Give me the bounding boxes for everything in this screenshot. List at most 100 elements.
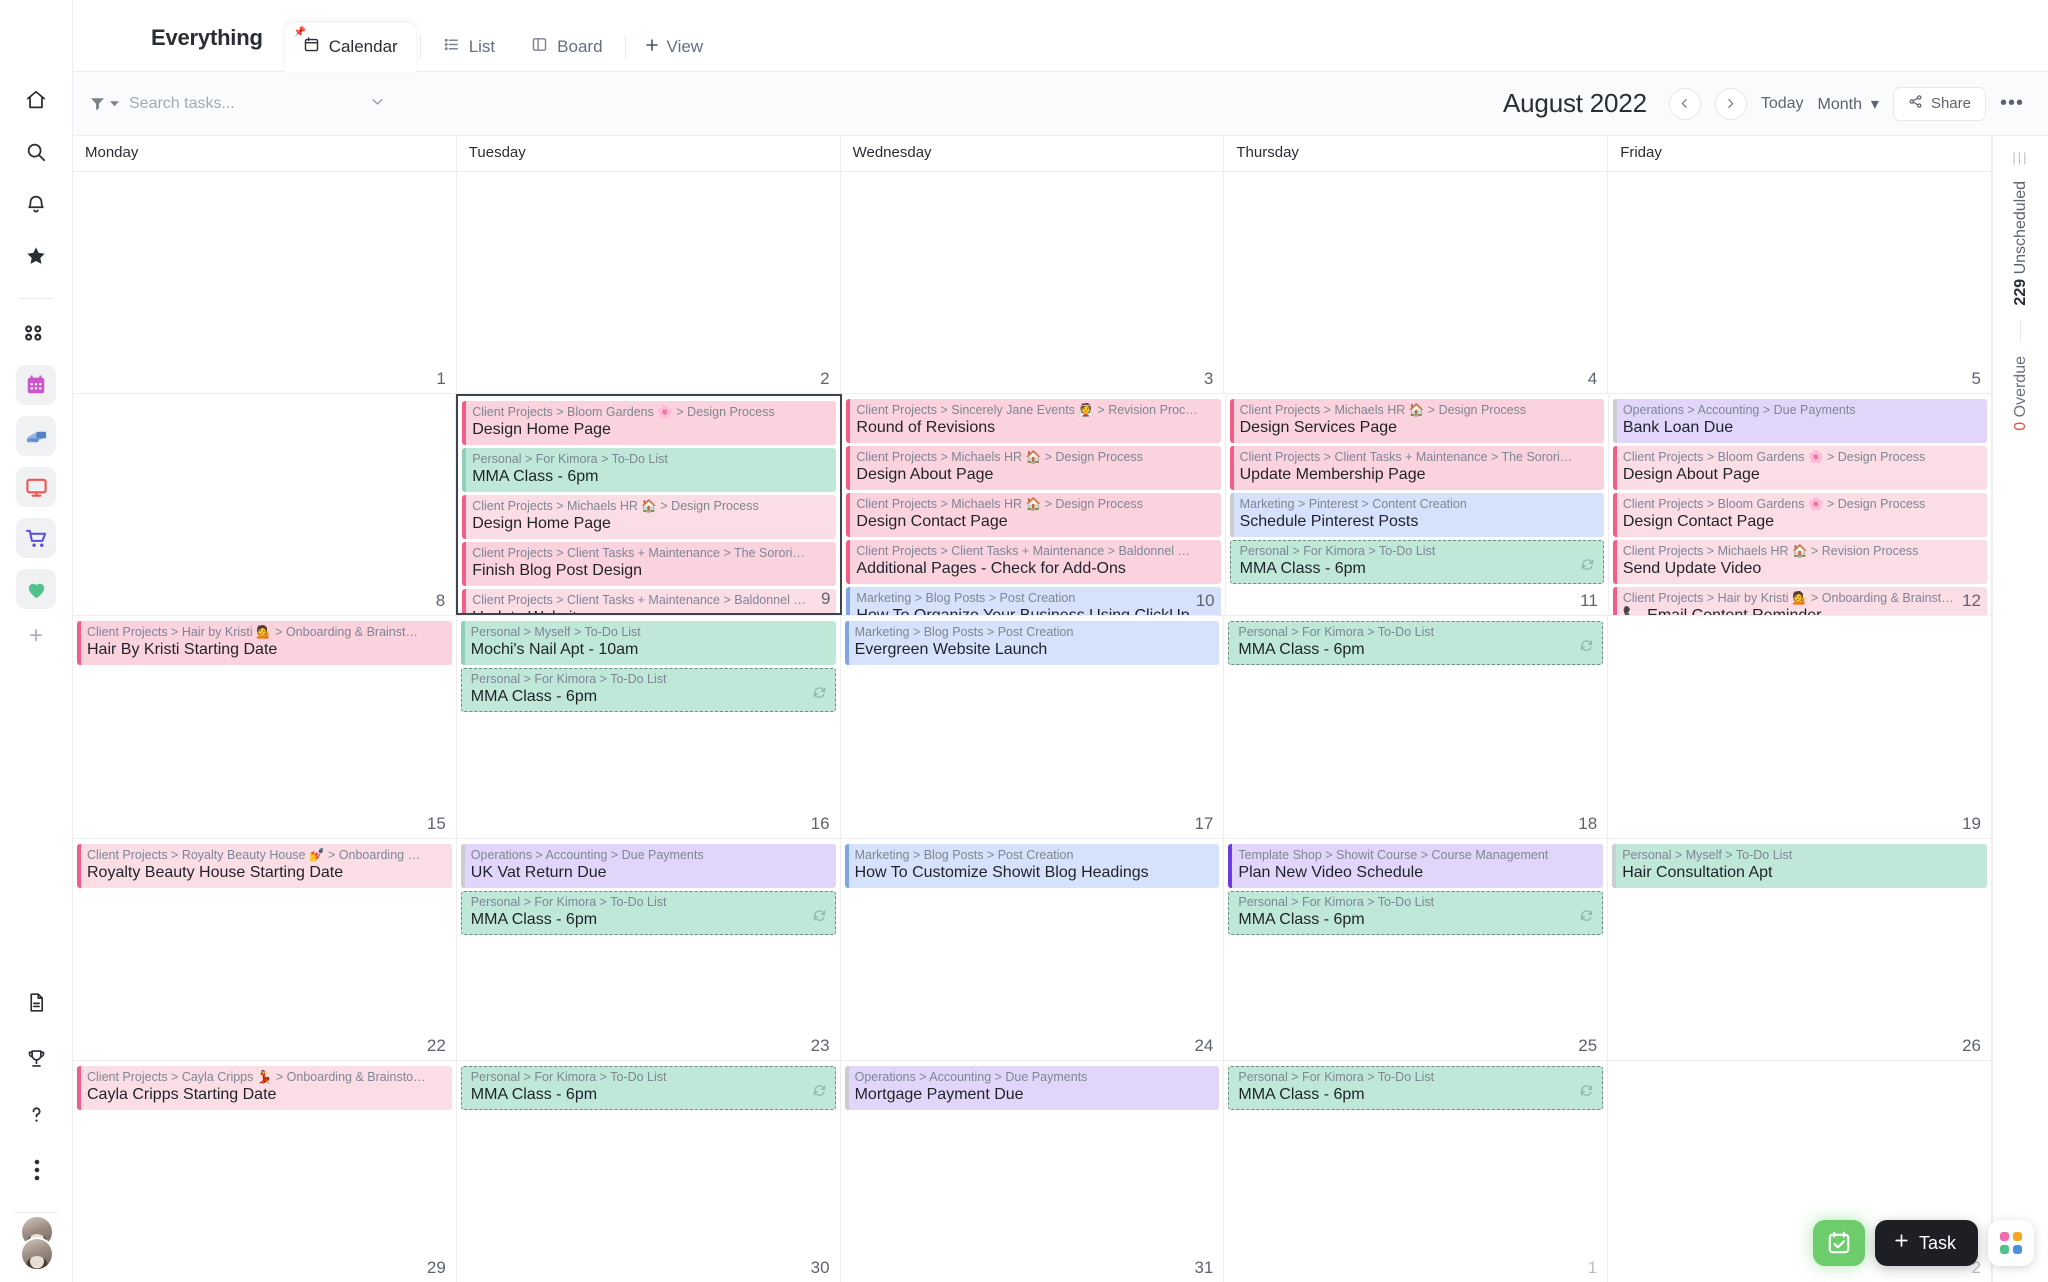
task-card[interactable]: Client Projects > Bloom Gardens 🌸 > Desi… xyxy=(1612,493,1988,538)
search-input[interactable] xyxy=(129,94,359,113)
tab-board[interactable]: Board xyxy=(513,23,620,71)
previous-month-button[interactable] xyxy=(1668,87,1701,120)
task-card[interactable]: Personal > For Kimora > To-Do List MMA Cl… xyxy=(1229,540,1604,585)
calendar-day-cell[interactable]: Marketing > Blog Posts > Post Creation Ho… xyxy=(841,838,1225,1060)
calendar-day-cell[interactable]: Client Projects > Sincerely Jane Events … xyxy=(842,394,1226,616)
today-button[interactable]: Today xyxy=(1761,95,1804,113)
shop-space-icon[interactable] xyxy=(16,518,56,558)
share-button[interactable]: Share xyxy=(1892,86,1986,121)
task-card[interactable]: Personal > For Kimora > To-Do List MMA Cl… xyxy=(1228,621,1604,666)
calendar-day-cell[interactable]: Marketing > Blog Posts > Post Creation Ev… xyxy=(841,616,1225,838)
home-icon[interactable] xyxy=(16,80,56,120)
task-card[interactable]: Client Projects > Sincerely Jane Events … xyxy=(846,399,1221,444)
calendar-day-cell[interactable]: 1 xyxy=(73,172,457,394)
tab-list[interactable]: List xyxy=(425,23,513,71)
task-card[interactable]: Client Projects > Michaels HR 🏠 > Design… xyxy=(462,495,837,540)
panel-handle-icon[interactable]: ||| xyxy=(2012,150,2028,165)
task-card[interactable]: Operations > Accounting > Due Payments UK… xyxy=(460,843,836,888)
calendar-day-cell[interactable]: 19 xyxy=(1608,616,1992,838)
task-card[interactable]: Operations > Accounting > Due Payments Mo… xyxy=(844,1065,1220,1110)
task-card[interactable]: Personal > For Kimora > To-Do List MMA Cl… xyxy=(460,1065,836,1110)
task-card[interactable]: Personal > For Kimora > To-Do List MMA Cl… xyxy=(460,668,836,713)
task-card[interactable]: Client Projects > Client Tasks + Mainten… xyxy=(846,540,1221,585)
task-card[interactable]: Template Shop > Showit Course > Course M… xyxy=(1228,843,1604,888)
calendar-day-cell[interactable]: Personal > Myself > To-Do List Hair Consu… xyxy=(1608,838,1992,1060)
calendar-day-cell[interactable]: Operations > Accounting > Due Payments Mo… xyxy=(841,1060,1225,1282)
calendar-day-cell[interactable]: Personal > For Kimora > To-Do List MMA Cl… xyxy=(457,1060,841,1282)
calendar-day-cell[interactable]: 5 xyxy=(1608,172,1992,394)
task-card[interactable]: Client Projects > Michaels HR 🏠 > Design… xyxy=(846,493,1221,538)
task-color-bar xyxy=(1228,843,1233,888)
unscheduled-toggle[interactable]: 229 Unscheduled xyxy=(2012,181,2030,306)
chevron-down-icon[interactable] xyxy=(369,93,386,115)
range-selector[interactable]: Month ▾ xyxy=(1818,94,1879,114)
trophy-icon[interactable] xyxy=(17,1038,57,1078)
payments-space-icon[interactable] xyxy=(16,416,56,456)
task-card[interactable]: Operations > Accounting > Due Payments Ba… xyxy=(1612,399,1988,444)
task-card[interactable]: Client Projects > Michaels HR 🏠 > Design… xyxy=(846,446,1221,491)
monitor-space-icon[interactable] xyxy=(16,467,56,507)
calendar-day-cell[interactable]: Personal > For Kimora > To-Do List MMA Cl… xyxy=(1224,616,1609,838)
calendar-day-cell[interactable]: Operations > Accounting > Due Payments UK… xyxy=(457,838,841,1060)
task-color-bar xyxy=(846,493,851,538)
task-card[interactable]: Client Projects > Client Tasks + Mainten… xyxy=(462,542,837,587)
task-card[interactable]: Client Projects > Hair by Kristi 💁 > Onb… xyxy=(1612,587,1988,616)
overdue-label: Overdue xyxy=(2011,355,2029,417)
docs-icon[interactable] xyxy=(17,982,57,1022)
task-card[interactable]: Client Projects > Client Tasks + Mainten… xyxy=(1229,446,1604,491)
overdue-toggle[interactable]: 0 Overdue xyxy=(2012,356,2030,431)
calendar-day-cell[interactable]: Personal > Myself > To-Do List Mochi's Na… xyxy=(457,616,841,838)
task-card[interactable]: Client Projects > Michaels HR 🏠 > Design… xyxy=(1229,399,1604,444)
calendar-space-icon[interactable] xyxy=(16,365,56,405)
calendar-day-cell[interactable]: Client Projects > Cayla Cripps 💃 > Onboa… xyxy=(73,1060,457,1282)
task-card[interactable]: Marketing > Blog Posts > Post Creation Ev… xyxy=(844,621,1220,666)
notifications-bell-icon[interactable] xyxy=(16,184,56,224)
task-card[interactable]: Client Projects > Cayla Cripps 💃 > Onboa… xyxy=(77,1065,452,1110)
calendar-day-cell[interactable]: 8 xyxy=(73,394,457,616)
calendar-day-cell[interactable]: Operations > Accounting > Due Payments Ba… xyxy=(1609,394,1993,616)
task-card[interactable]: Personal > For Kimora > To-Do List MMA Cl… xyxy=(1228,1065,1604,1110)
filter-icon[interactable] xyxy=(89,95,119,112)
avatar[interactable] xyxy=(19,1237,54,1271)
task-card[interactable]: Marketing > Blog Posts > Post CreationHo… xyxy=(844,843,1220,888)
task-card[interactable]: Client Projects > Client Tasks + Mainten… xyxy=(462,589,837,614)
apps-grid-icon[interactable] xyxy=(16,313,56,353)
calendar-day-cell[interactable]: Client Projects > Royalty Beauty House 💅… xyxy=(73,838,457,1060)
task-card[interactable]: Client Projects > Bloom Gardens 🌸 > Desi… xyxy=(462,401,837,446)
apps-launcher-button[interactable] xyxy=(1988,1220,2034,1266)
calendar-wrapper: Monday Tuesday Wednesday Thursday Friday 123… xyxy=(73,136,2048,1282)
add-space-icon[interactable]: + xyxy=(29,624,43,648)
help-icon[interactable] xyxy=(17,1094,57,1134)
task-card[interactable]: Personal > Myself > To-Do List Hair Consu… xyxy=(1612,843,1987,888)
task-card[interactable]: Client Projects > Michaels HR 🏠 > Revisi… xyxy=(1612,540,1988,585)
task-card[interactable]: Marketing > Blog Posts > Post CreationHo… xyxy=(846,587,1221,616)
task-title: Evergreen Website Launch xyxy=(854,641,1048,659)
heart-space-icon[interactable] xyxy=(16,569,56,609)
more-options-button[interactable]: ••• xyxy=(2000,92,2024,115)
calendar-day-cell[interactable]: 3 xyxy=(841,172,1225,394)
task-title: MMA Class - 6pm xyxy=(470,910,598,928)
calendar-fab-button[interactable] xyxy=(1812,1220,1865,1266)
task-card[interactable]: Personal > For Kimora > To-Do List MMA Cl… xyxy=(460,890,836,935)
new-task-button[interactable]: Task xyxy=(1874,1220,1978,1266)
task-card[interactable]: Client Projects > Royalty Beauty House 💅… xyxy=(77,843,452,888)
task-card[interactable]: Client Projects > Hair by Kristi 💁 > Onb… xyxy=(77,621,452,666)
calendar-day-cell[interactable]: Client Projects > Michaels HR 🏠 > Design… xyxy=(1226,394,1609,616)
search-icon[interactable] xyxy=(16,132,56,172)
calendar-day-cell[interactable]: Template Shop > Showit Course > Course M… xyxy=(1224,838,1609,1060)
task-card[interactable]: Marketing > Pinterest > Content Creation… xyxy=(1229,493,1604,538)
next-month-button[interactable] xyxy=(1714,87,1747,120)
favorites-star-icon[interactable] xyxy=(16,236,56,276)
tab-calendar[interactable]: 📌 Calendar xyxy=(284,23,416,72)
calendar-day-cell[interactable]: Client Projects > Hair by Kristi 💁 > Onb… xyxy=(73,616,457,838)
task-card[interactable]: Personal > For Kimora > To-Do List MMA Cl… xyxy=(1228,890,1604,935)
add-view-button[interactable]: View xyxy=(630,23,718,71)
calendar-day-cell[interactable]: Client Projects > Bloom Gardens 🌸 > Desi… xyxy=(456,394,843,616)
calendar-day-cell[interactable]: 2 xyxy=(457,172,841,394)
task-card[interactable]: Client Projects > Bloom Gardens 🌸 > Desi… xyxy=(1612,446,1988,491)
calendar-day-cell[interactable]: Personal > For Kimora > To-Do List MMA Cl… xyxy=(1224,1060,1609,1282)
more-vertical-icon[interactable] xyxy=(17,1150,57,1190)
calendar-day-cell[interactable]: 4 xyxy=(1224,172,1609,394)
task-card[interactable]: Personal > For Kimora > To-Do List MMA Cl… xyxy=(462,448,837,493)
task-card[interactable]: Personal > Myself > To-Do List Mochi's Na… xyxy=(460,621,836,666)
